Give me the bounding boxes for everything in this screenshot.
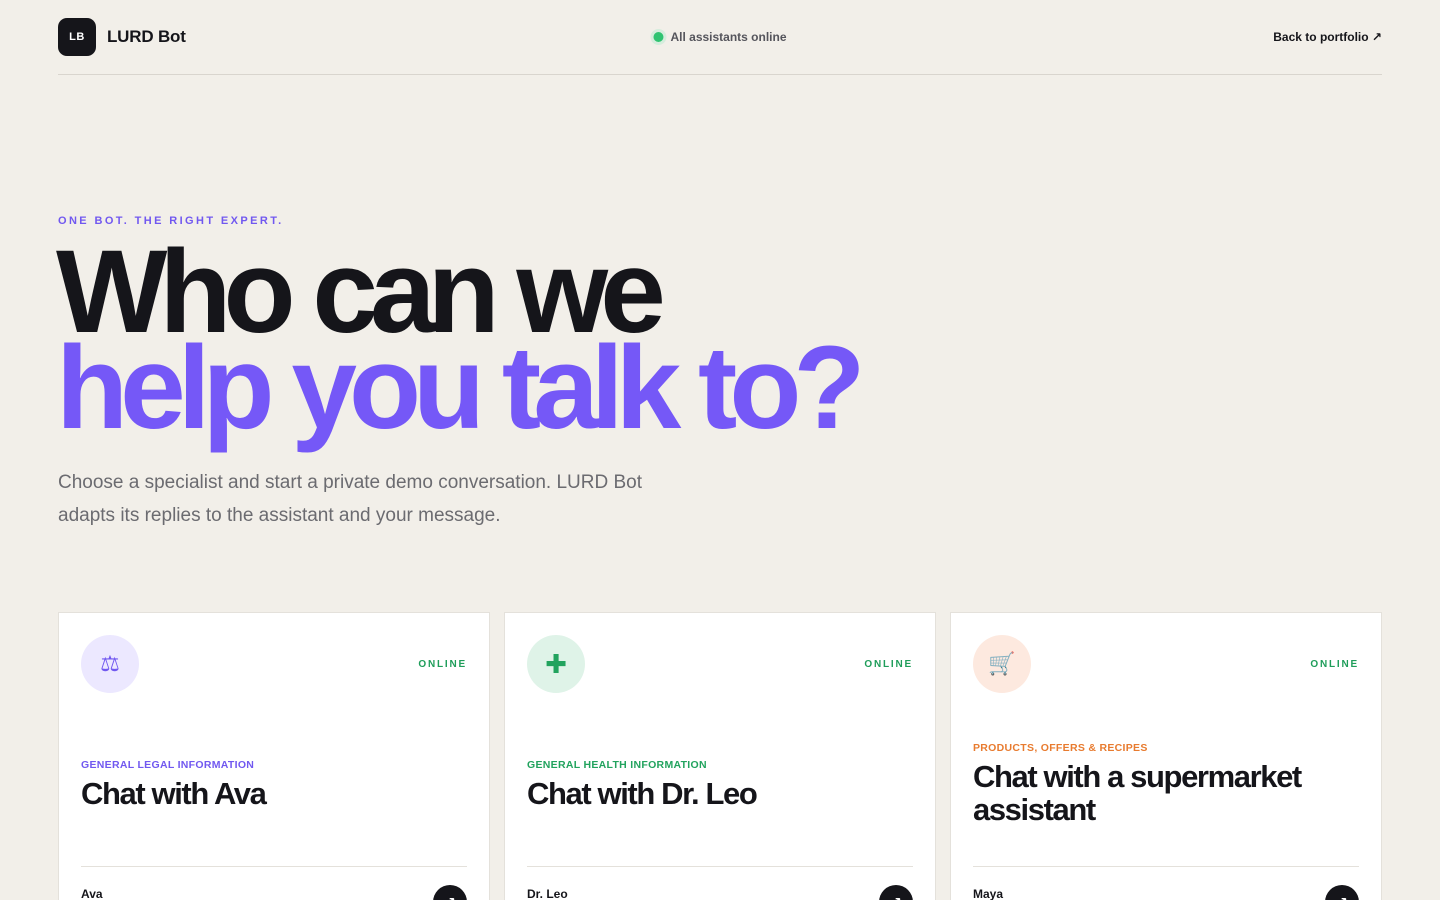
status-text: All assistants online xyxy=(670,30,787,44)
back-to-portfolio-link[interactable]: Back to portfolio ↗ xyxy=(1273,30,1382,44)
assistant-card-maya[interactable]: 🛒 ONLINE PRODUCTS, OFFERS & RECIPES Chat… xyxy=(950,612,1382,900)
online-badge: ONLINE xyxy=(1310,658,1359,670)
assistant-cards: ⚖ ONLINE GENERAL LEGAL INFORMATION Chat … xyxy=(58,612,1382,900)
open-chat-arrow-icon[interactable]: ↗ xyxy=(879,885,913,900)
online-badge: ONLINE xyxy=(864,658,913,670)
medical-cross-icon: ✚ xyxy=(527,635,585,693)
scales-icon: ⚖ xyxy=(81,635,139,693)
card-category: PRODUCTS, OFFERS & RECIPES xyxy=(973,742,1148,754)
shopping-cart-icon: 🛒 xyxy=(973,635,1031,693)
open-chat-arrow-icon[interactable]: ↗ xyxy=(433,885,467,900)
hero-headline: Who can we help you talk to? xyxy=(56,233,956,454)
page: LB LURD Bot All assistants online Back t… xyxy=(0,0,1440,900)
online-dot-icon xyxy=(653,32,664,42)
open-chat-arrow-icon[interactable]: ↗ xyxy=(1325,885,1359,900)
agent-name: Dr. Leo xyxy=(527,887,568,900)
headline-line-2: help you talk to? xyxy=(56,322,866,454)
card-title: Chat with Dr. Leo xyxy=(527,775,758,811)
top-bar: LB LURD Bot All assistants online Back t… xyxy=(58,0,1382,75)
brand-name: LURD Bot xyxy=(107,27,186,46)
agent-name: Ava xyxy=(81,887,103,900)
card-category: GENERAL LEGAL INFORMATION xyxy=(81,758,255,771)
brand-logo: LB xyxy=(58,18,96,56)
assistant-card-dr-leo[interactable]: ✚ ONLINE GENERAL HEALTH INFORMATION Chat… xyxy=(504,612,936,900)
agent-name: Maya xyxy=(973,887,1004,900)
brand-home-link[interactable]: LB LURD Bot xyxy=(58,18,186,56)
hero-lead: Choose a specialist and start a private … xyxy=(58,472,643,526)
card-title: Chat with a supermarket assistant xyxy=(973,759,1302,827)
online-badge: ONLINE xyxy=(418,658,467,670)
assistants-status: All assistants online xyxy=(653,30,787,44)
card-category: GENERAL HEALTH INFORMATION xyxy=(527,758,707,771)
assistant-card-ava[interactable]: ⚖ ONLINE GENERAL LEGAL INFORMATION Chat … xyxy=(58,612,490,900)
card-title: Chat with Ava xyxy=(81,775,267,811)
